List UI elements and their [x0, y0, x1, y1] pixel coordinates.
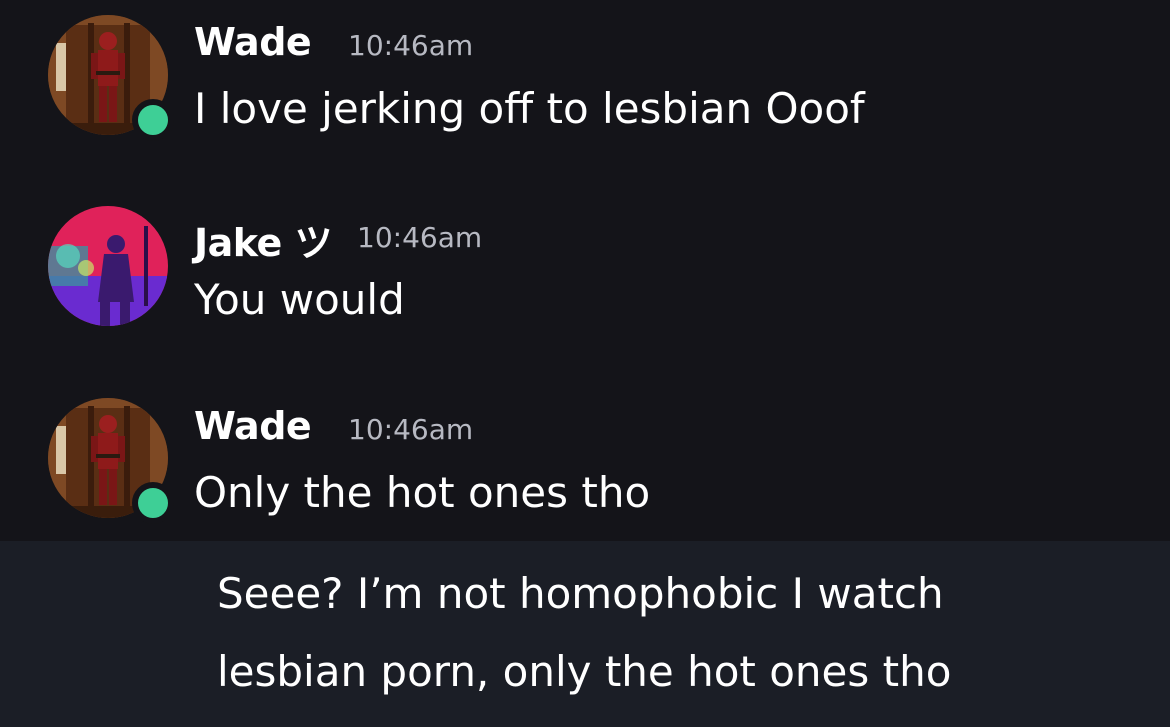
caption-line-1: Seee? I’m not homophobic I watch	[217, 569, 944, 618]
timestamp: 10:46am	[348, 413, 474, 446]
message-text: I love jerking off to lesbian Ooof	[194, 84, 865, 133]
message-text: You would	[194, 275, 405, 324]
message-item: Wade 10:46am Only the hot ones tho	[0, 384, 1170, 524]
chat-log: Wade 10:46am I love jerking off to lesbi…	[0, 0, 1170, 541]
caption-line-2: lesbian porn, only the hot ones tho	[217, 647, 952, 696]
author-name[interactable]: Wade	[194, 404, 312, 448]
caption-box: Seee? I’m not homophobic I watch lesbian…	[0, 541, 1170, 727]
online-indicator	[132, 482, 174, 524]
message-item: Wade 10:46am I love jerking off to lesbi…	[0, 0, 1170, 141]
timestamp: 10:46am	[357, 221, 483, 254]
author-name[interactable]: Jake ツ	[194, 212, 333, 267]
online-indicator	[132, 99, 174, 141]
concert-avatar-icon[interactable]	[48, 206, 168, 326]
message-item: Jake ツ 10:46am You would	[0, 192, 1170, 332]
author-name[interactable]: Wade	[194, 20, 312, 64]
message-text: Only the hot ones tho	[194, 468, 651, 517]
timestamp: 10:46am	[348, 29, 474, 62]
